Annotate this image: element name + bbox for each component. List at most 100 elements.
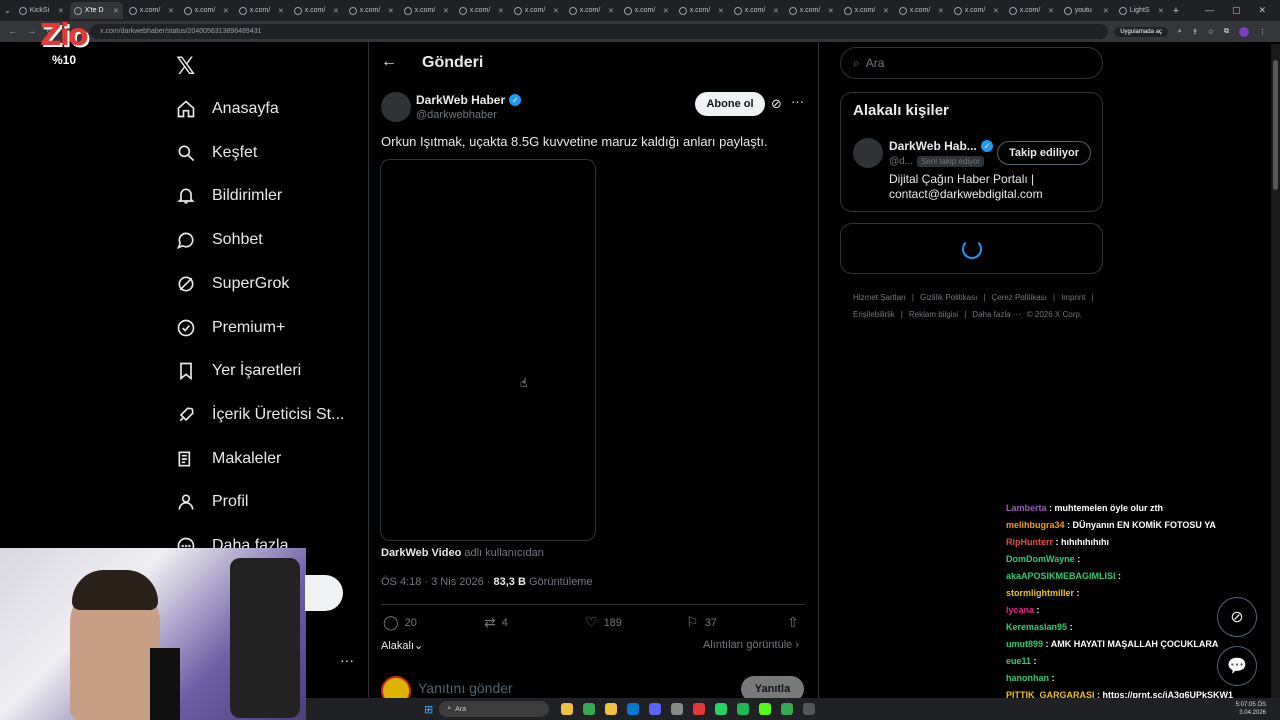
- browser-tab[interactable]: x.com/ ✕: [455, 2, 508, 19]
- tab-close-icon[interactable]: ✕: [883, 7, 889, 15]
- tab-close-icon[interactable]: ✕: [1103, 7, 1109, 15]
- repost-action[interactable]: ⇄ 4: [484, 614, 508, 631]
- view-quotes-link[interactable]: Alıntıları görüntüle ›: [703, 639, 799, 651]
- tab-close-icon[interactable]: ✕: [773, 7, 779, 15]
- sidebar-item-bell[interactable]: Bildirimler: [176, 183, 282, 209]
- spotify-icon[interactable]: [737, 703, 750, 715]
- maximize-button[interactable]: ▢: [1232, 5, 1241, 16]
- browser-tab[interactable]: x.com/ ✕: [840, 2, 893, 19]
- tab-close-icon[interactable]: ✕: [1048, 7, 1054, 15]
- footer-link[interactable]: Daha fazla ···: [972, 306, 1020, 323]
- chrome-icon[interactable]: [583, 703, 596, 715]
- related-name[interactable]: DarkWeb Hab... ✓: [889, 139, 993, 153]
- browser-tab[interactable]: KickSi ✕: [15, 2, 68, 19]
- tab-close-icon[interactable]: ✕: [553, 7, 559, 15]
- grok-icon[interactable]: ⊘: [771, 96, 782, 112]
- browser-tab[interactable]: x.com/ ✕: [125, 2, 178, 19]
- open-in-app-pill[interactable]: Uygulamada aç: [1114, 26, 1168, 37]
- tab-close-icon[interactable]: ✕: [663, 7, 669, 15]
- browser-tab[interactable]: x.com/ ✕: [950, 2, 1003, 19]
- browser-tab[interactable]: x.com/ ✕: [785, 2, 838, 19]
- tab-close-icon[interactable]: ✕: [223, 7, 229, 15]
- post-button[interactable]: [305, 575, 343, 611]
- app-icon[interactable]: [693, 703, 706, 715]
- tab-close-icon[interactable]: ✕: [993, 7, 999, 15]
- tab-close-icon[interactable]: ✕: [168, 7, 174, 15]
- footer-link[interactable]: Erişilebilirlik: [853, 306, 895, 323]
- browser-tab[interactable]: x.com/ ✕: [1005, 2, 1058, 19]
- share-icon[interactable]: ⇪: [1192, 28, 1198, 36]
- following-button[interactable]: Takip ediliyor: [997, 141, 1091, 165]
- kick-icon[interactable]: [759, 703, 772, 715]
- whatsapp-icon[interactable]: [715, 703, 728, 715]
- forward-button[interactable]: →: [27, 26, 36, 37]
- clock[interactable]: 5:07:05 ÖS 3.04.2026: [1236, 701, 1266, 717]
- back-arrow-icon[interactable]: ←: [381, 53, 397, 71]
- extensions-icon[interactable]: ⧉: [1224, 28, 1229, 36]
- tab-close-icon[interactable]: ✕: [498, 7, 504, 15]
- zoom-icon[interactable]: ⌕: [1178, 28, 1182, 36]
- footer-link[interactable]: © 2026 X Corp.: [1027, 306, 1082, 323]
- sidebar-item-bookmark[interactable]: Yer İşaretleri: [176, 358, 301, 384]
- bookmark-action[interactable]: ⚐ 37: [686, 614, 717, 631]
- app-icon[interactable]: [803, 703, 816, 715]
- footer-link[interactable]: Reklam bilgisi: [909, 306, 958, 323]
- browser-tab[interactable]: x.com/ ✕: [730, 2, 783, 19]
- new-tab-button[interactable]: +: [1173, 5, 1179, 17]
- app-icon[interactable]: [671, 703, 684, 715]
- footer-link[interactable]: Imprint: [1061, 289, 1085, 306]
- profile-avatar[interactable]: [1239, 26, 1249, 37]
- footer-link[interactable]: Çerez Politikası: [991, 289, 1047, 306]
- sidebar-item-search[interactable]: Keşfet: [176, 140, 257, 166]
- tab-close-icon[interactable]: ✕: [58, 7, 64, 15]
- browser-tab[interactable]: x.com/ ✕: [510, 2, 563, 19]
- browser-tab[interactable]: LightS ✕: [1115, 2, 1168, 19]
- sidebar-item-person[interactable]: Profil: [176, 489, 248, 515]
- author-handle[interactable]: @darkwebhaber: [416, 109, 497, 121]
- x-logo-icon[interactable]: 𝕏: [176, 52, 195, 81]
- folder-icon[interactable]: [605, 703, 618, 715]
- search-input[interactable]: ⌕ Ara: [840, 47, 1103, 79]
- related-name-text[interactable]: DarkWeb Hab...: [889, 139, 977, 153]
- footer-link[interactable]: Gizlilik Politikası: [920, 289, 977, 306]
- author-name[interactable]: DarkWeb Haber ✓: [416, 93, 522, 107]
- sidebar-item-home[interactable]: Anasayfa: [176, 96, 279, 122]
- tab-close-icon[interactable]: ✕: [608, 7, 614, 15]
- like-action[interactable]: ♡ 189: [585, 614, 622, 631]
- browser-menu-icon[interactable]: ⋮: [1259, 28, 1266, 36]
- app-icon[interactable]: [781, 703, 794, 715]
- sidebar-item-grok[interactable]: SuperGrok: [176, 271, 289, 297]
- sidebar-item-chat[interactable]: Sohbet: [176, 227, 263, 253]
- tab-close-icon[interactable]: ✕: [278, 7, 284, 15]
- tab-close-icon[interactable]: ✕: [333, 7, 339, 15]
- browser-tab[interactable]: x.com/ ✕: [675, 2, 728, 19]
- scrollbar-thumb[interactable]: [1273, 60, 1278, 190]
- edge-icon[interactable]: [627, 703, 640, 715]
- address-bar[interactable]: x.com/darkwebhaber/status/20400563138964…: [90, 24, 1109, 39]
- back-button[interactable]: ←: [8, 26, 17, 37]
- browser-tab[interactable]: x.com/ ✕: [400, 2, 453, 19]
- browser-tab[interactable]: youtu ✕: [1060, 2, 1113, 19]
- reply-action[interactable]: ◯ 20: [383, 614, 417, 631]
- tab-close-icon[interactable]: ✕: [443, 7, 449, 15]
- browser-tab[interactable]: x.com/ ✕: [180, 2, 233, 19]
- browser-tab[interactable]: x.com/ ✕: [565, 2, 618, 19]
- tab-close-icon[interactable]: ✕: [938, 7, 944, 15]
- browser-tab[interactable]: x.com/ ✕: [235, 2, 288, 19]
- more-options-icon[interactable]: ···: [791, 94, 804, 109]
- file-explorer-icon[interactable]: [561, 703, 574, 715]
- related-avatar[interactable]: [853, 138, 883, 168]
- tab-close-icon[interactable]: ✕: [718, 7, 724, 15]
- discord-icon[interactable]: [649, 703, 662, 715]
- tab-close-icon[interactable]: ✕: [388, 7, 394, 15]
- browser-tab[interactable]: x.com/ ✕: [345, 2, 398, 19]
- tab-close-icon[interactable]: ✕: [113, 7, 119, 15]
- browser-tab[interactable]: X'te D ✕: [69, 2, 123, 19]
- reply-input[interactable]: Yanıtını gönder: [418, 680, 513, 696]
- browser-tab[interactable]: x.com/ ✕: [895, 2, 948, 19]
- tab-close-icon[interactable]: ✕: [828, 7, 834, 15]
- taskbar-search[interactable]: ⌕ Ara: [439, 701, 550, 717]
- messages-fab-icon[interactable]: 💬: [1217, 646, 1257, 686]
- author-avatar[interactable]: [381, 92, 411, 122]
- subscribe-button[interactable]: Abone ol: [695, 92, 765, 116]
